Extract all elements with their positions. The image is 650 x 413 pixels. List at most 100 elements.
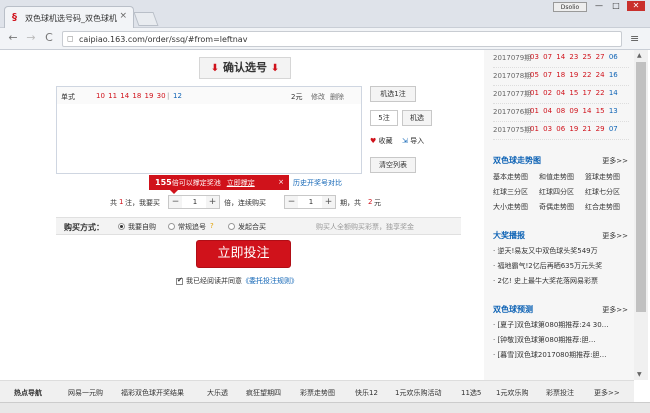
rules-link[interactable]: 《委托投注规则》 — [242, 277, 298, 285]
winner-item[interactable]: · 逆天!易友又中双色球头奖549万 — [493, 246, 623, 256]
heart-icon: ♥ — [370, 137, 377, 145]
hot-nav-link[interactable]: 1元欢乐购 — [496, 388, 528, 398]
periods-value[interactable]: 1 — [300, 198, 322, 206]
trend-link[interactable]: 篮球走势图 — [585, 172, 620, 182]
import-link[interactable]: ⇲ 导入 — [402, 136, 424, 146]
hot-nav-link[interactable]: 疯狂望期四 — [246, 388, 281, 398]
tooltip-close-icon[interactable]: × — [278, 175, 284, 190]
minus-icon[interactable]: − — [285, 196, 298, 208]
draw-blue: 14 — [608, 89, 618, 97]
hot-nav-link[interactable]: 彩票投注 — [546, 388, 574, 398]
help-icon[interactable]: ? — [210, 222, 214, 230]
ticket-row[interactable]: 单式 10 11 14 18 19 30 | 12 2元 修改 删除 — [57, 87, 361, 104]
arrow-down-icon: ⬇ — [270, 63, 280, 74]
scroll-up-icon[interactable]: ▲ — [637, 52, 642, 59]
draw-row: 2017079期 03 07 14 23 25 27 06 — [493, 50, 629, 68]
trend-link[interactable]: 基本走势图 — [493, 172, 528, 182]
radio-self-buy[interactable] — [118, 223, 125, 230]
forecast-text: [暮雪]双色球2017080期推荐:胆… — [497, 351, 607, 359]
hot-nav-link[interactable]: 彩票走势图 — [300, 388, 335, 398]
option-group-buy[interactable]: 发起合买 — [238, 222, 266, 232]
address-bar[interactable]: ◻ caipiao.163.com/order/ssq/#from=leftna… — [62, 31, 622, 47]
hot-nav-link[interactable]: 网易一元购 — [68, 388, 103, 398]
multiple-stepper[interactable]: − 1 + — [168, 195, 220, 209]
hot-nav-title: 热点导航 — [14, 389, 42, 397]
submit-bet-button[interactable]: 立即投注 — [196, 240, 291, 268]
maximize-icon[interactable]: □ — [609, 1, 623, 11]
hot-nav-link[interactable]: 11选5 — [461, 388, 481, 398]
winner-item[interactable]: · 2亿! 史上最牛大奖花落网易彩票 — [493, 276, 623, 286]
minus-icon[interactable]: − — [169, 196, 182, 208]
option-regular-chase[interactable]: 常规追号 — [178, 222, 206, 232]
window-close-icon[interactable]: ✕ — [627, 1, 645, 11]
minimize-icon[interactable]: — — [592, 1, 606, 11]
draw-red: 03 07 14 23 25 27 — [530, 53, 605, 61]
winner-item[interactable]: · 福地霸气!2亿后再晒635万元头奖 — [493, 261, 623, 271]
forecast-item[interactable]: · [夏子]双色球第080期推荐:24 30… — [493, 320, 623, 330]
draw-blue: 06 — [608, 53, 618, 61]
red-balls: 10 11 14 18 19 30 — [96, 92, 166, 100]
buy-method-bar: 购买方式： 我要自购 常规追号 ? 发起合买 购买人全额购买彩票，独享奖金 — [56, 217, 461, 235]
forward-icon[interactable]: → — [24, 31, 38, 45]
scroll-down-icon[interactable]: ▼ — [637, 371, 642, 378]
separator: | — [167, 92, 170, 100]
agree-checkbox[interactable] — [176, 276, 183, 285]
hot-nav-link[interactable]: 福彩双色球开奖结果 — [121, 388, 184, 398]
radio-group-buy[interactable] — [228, 223, 235, 230]
forecast-item[interactable]: · [暮雪]双色球2017080期推荐:胆… — [493, 350, 623, 360]
draw-issue: 2017078期 — [493, 72, 532, 80]
trend-link[interactable]: 和值走势图 — [539, 172, 574, 182]
winners-more-link[interactable]: 更多>> — [602, 231, 628, 241]
tooltip-link[interactable]: 立即撑定 — [227, 179, 255, 187]
user-badge[interactable]: Dsolio — [553, 2, 587, 12]
bet-notes-label: 注，我要买 — [125, 199, 160, 207]
hot-nav-link[interactable]: 大乐透 — [207, 388, 228, 398]
reload-icon[interactable]: C — [42, 31, 56, 45]
trend-link[interactable]: 红合走势图 — [585, 202, 620, 212]
draw-row: 2017077期 01 02 04 15 17 22 14 — [493, 86, 629, 104]
random-count-select[interactable]: 5注 — [370, 110, 398, 126]
jackpot-tooltip: 155倍可以撑定奖池 立即撑定 × — [149, 175, 289, 190]
favorite-link[interactable]: ♥ 收藏 — [370, 136, 393, 146]
plus-icon[interactable]: + — [322, 196, 335, 208]
status-bar — [0, 402, 650, 413]
draw-row: 2017076期 01 04 08 09 14 15 13 — [493, 104, 629, 122]
draw-red: 01 03 06 19 21 29 — [530, 125, 605, 133]
back-icon[interactable]: ← — [6, 31, 20, 45]
multiple-value[interactable]: 1 — [184, 198, 206, 206]
scrollbar-thumb[interactable] — [636, 62, 646, 312]
menu-icon[interactable]: ≡ — [630, 32, 639, 45]
hot-nav-link[interactable]: 1元欢乐购活动 — [395, 388, 441, 398]
trend-link[interactable]: 红球七分区 — [585, 187, 620, 197]
url-text: caipiao.163.com/order/ssq/#from=leftnav — [79, 35, 248, 44]
delete-link[interactable]: 删除 — [330, 92, 344, 102]
tab-close-icon[interactable]: × — [119, 11, 127, 21]
clear-list-button[interactable]: 清空列表 — [370, 157, 416, 173]
hot-nav-link[interactable]: 快乐12 — [355, 388, 378, 398]
trend-link[interactable]: 红球三分区 — [493, 187, 528, 197]
forecast-more-link[interactable]: 更多>> — [602, 305, 628, 315]
hot-nav-more-link[interactable]: 更多>> — [594, 388, 620, 398]
periods-stepper[interactable]: − 1 + — [284, 195, 336, 209]
random-button[interactable]: 机选 — [402, 110, 432, 126]
trend-link[interactable]: 奇偶走势图 — [539, 202, 574, 212]
forecast-item[interactable]: · [钟敬]双色球第080期推荐:胆… — [493, 335, 623, 345]
browser-tab[interactable]: § 双色球机选号码_双色球机 × — [4, 6, 134, 28]
radio-regular-chase[interactable] — [168, 223, 175, 230]
import-label: 导入 — [410, 137, 425, 145]
confirm-selection-button[interactable]: ⬇ 确认选号 ⬇ — [199, 57, 291, 79]
edit-link[interactable]: 修改 — [311, 92, 325, 102]
trend-link[interactable]: 红球四分区 — [539, 187, 574, 197]
currency: 元 — [374, 199, 381, 207]
trend-more-link[interactable]: 更多>> — [602, 156, 628, 166]
draw-row: 2017078期 05 07 18 19 22 24 16 — [493, 68, 629, 86]
forecast-text: [夏子]双色球第080期推荐:24 30… — [497, 321, 609, 329]
draw-issue: 2017076期 — [493, 108, 532, 116]
plus-icon[interactable]: + — [206, 196, 219, 208]
draw-red: 01 02 04 15 17 22 — [530, 89, 605, 97]
trend-link[interactable]: 大小走势图 — [493, 202, 528, 212]
option-self-buy[interactable]: 我要自购 — [128, 222, 156, 232]
history-compare-link[interactable]: 历史开奖号对比 — [293, 178, 342, 188]
draw-red: 05 07 18 19 22 24 — [530, 71, 605, 79]
random-one-button[interactable]: 机选1注 — [370, 86, 416, 102]
